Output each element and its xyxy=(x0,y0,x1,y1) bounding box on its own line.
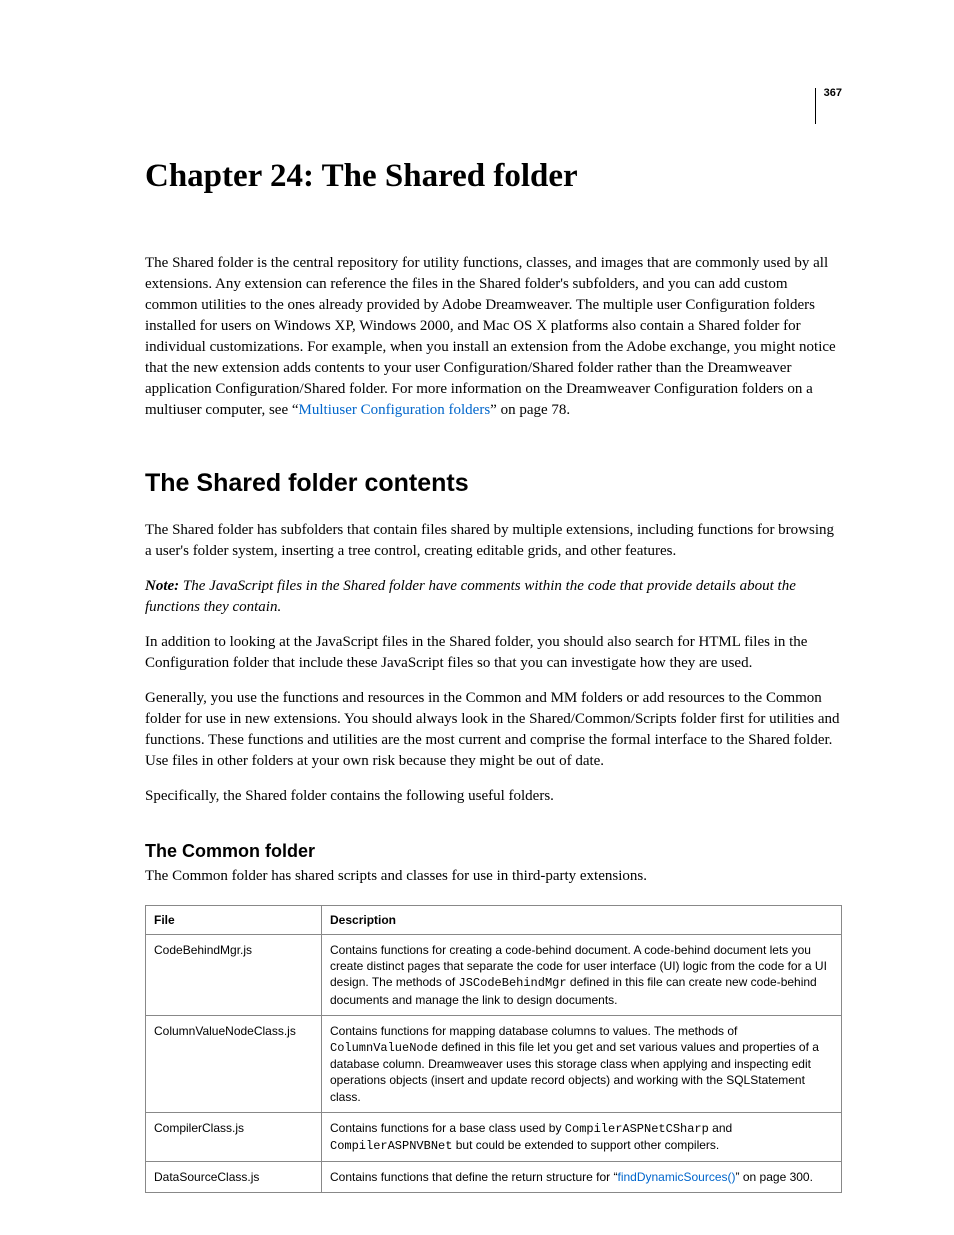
page-number-block: 367 xyxy=(815,88,842,124)
section-title: The Shared folder contents xyxy=(145,469,842,498)
section-p4: Specifically, the Shared folder contains… xyxy=(145,786,842,807)
document-page: 367 Chapter 24: The Shared folder The Sh… xyxy=(0,0,954,1235)
section-p3: Generally, you use the functions and res… xyxy=(145,688,842,772)
cell-file: CodeBehindMgr.js xyxy=(146,935,322,1016)
table-row: CompilerClass.js Contains functions for … xyxy=(146,1112,842,1161)
th-file: File xyxy=(146,906,322,935)
page-number: 367 xyxy=(824,88,842,99)
table-row: ColumnValueNodeClass.js Contains functio… xyxy=(146,1015,842,1112)
chapter-title: Chapter 24: The Shared folder xyxy=(145,158,842,195)
subsection-intro: The Common folder has shared scripts and… xyxy=(145,866,842,887)
table-row: DataSourceClass.js Contains functions th… xyxy=(146,1162,842,1193)
cell-desc: Contains functions for mapping database … xyxy=(322,1015,842,1112)
cell-desc: Contains functions that define the retur… xyxy=(322,1162,842,1193)
cell-file: ColumnValueNodeClass.js xyxy=(146,1015,322,1112)
code-text: CompilerASPNetCSharp xyxy=(565,1122,709,1136)
link-multiuser-config[interactable]: Multiuser Configuration folders xyxy=(299,402,491,418)
note-body: The JavaScript files in the Shared folde… xyxy=(145,578,796,615)
code-text: ColumnValueNode xyxy=(330,1041,438,1055)
cell-desc: Contains functions for creating a code-b… xyxy=(322,935,842,1016)
section-note: Note: The JavaScript files in the Shared… xyxy=(145,576,842,618)
subsection-title: The Common folder xyxy=(145,841,842,862)
code-text: CompilerASPNVBNet xyxy=(330,1139,452,1153)
table-row: CodeBehindMgr.js Contains functions for … xyxy=(146,935,842,1016)
common-folder-table: File Description CodeBehindMgr.js Contai… xyxy=(145,905,842,1193)
cell-desc: Contains functions for a base class used… xyxy=(322,1112,842,1161)
th-description: Description xyxy=(322,906,842,935)
code-text: JSCodeBehindMgr xyxy=(459,976,567,990)
intro-paragraph: The Shared folder is the central reposit… xyxy=(145,253,842,421)
intro-text-pre: The Shared folder is the central reposit… xyxy=(145,255,836,418)
section-p1: The Shared folder has subfolders that co… xyxy=(145,520,842,562)
intro-text-post: ” on page 78. xyxy=(490,402,570,418)
table-header-row: File Description xyxy=(146,906,842,935)
note-label: Note: xyxy=(145,578,179,594)
cell-file: CompilerClass.js xyxy=(146,1112,322,1161)
section-p2: In addition to looking at the JavaScript… xyxy=(145,632,842,674)
cell-file: DataSourceClass.js xyxy=(146,1162,322,1193)
link-finddynamicsources[interactable]: findDynamicSources() xyxy=(617,1170,735,1184)
